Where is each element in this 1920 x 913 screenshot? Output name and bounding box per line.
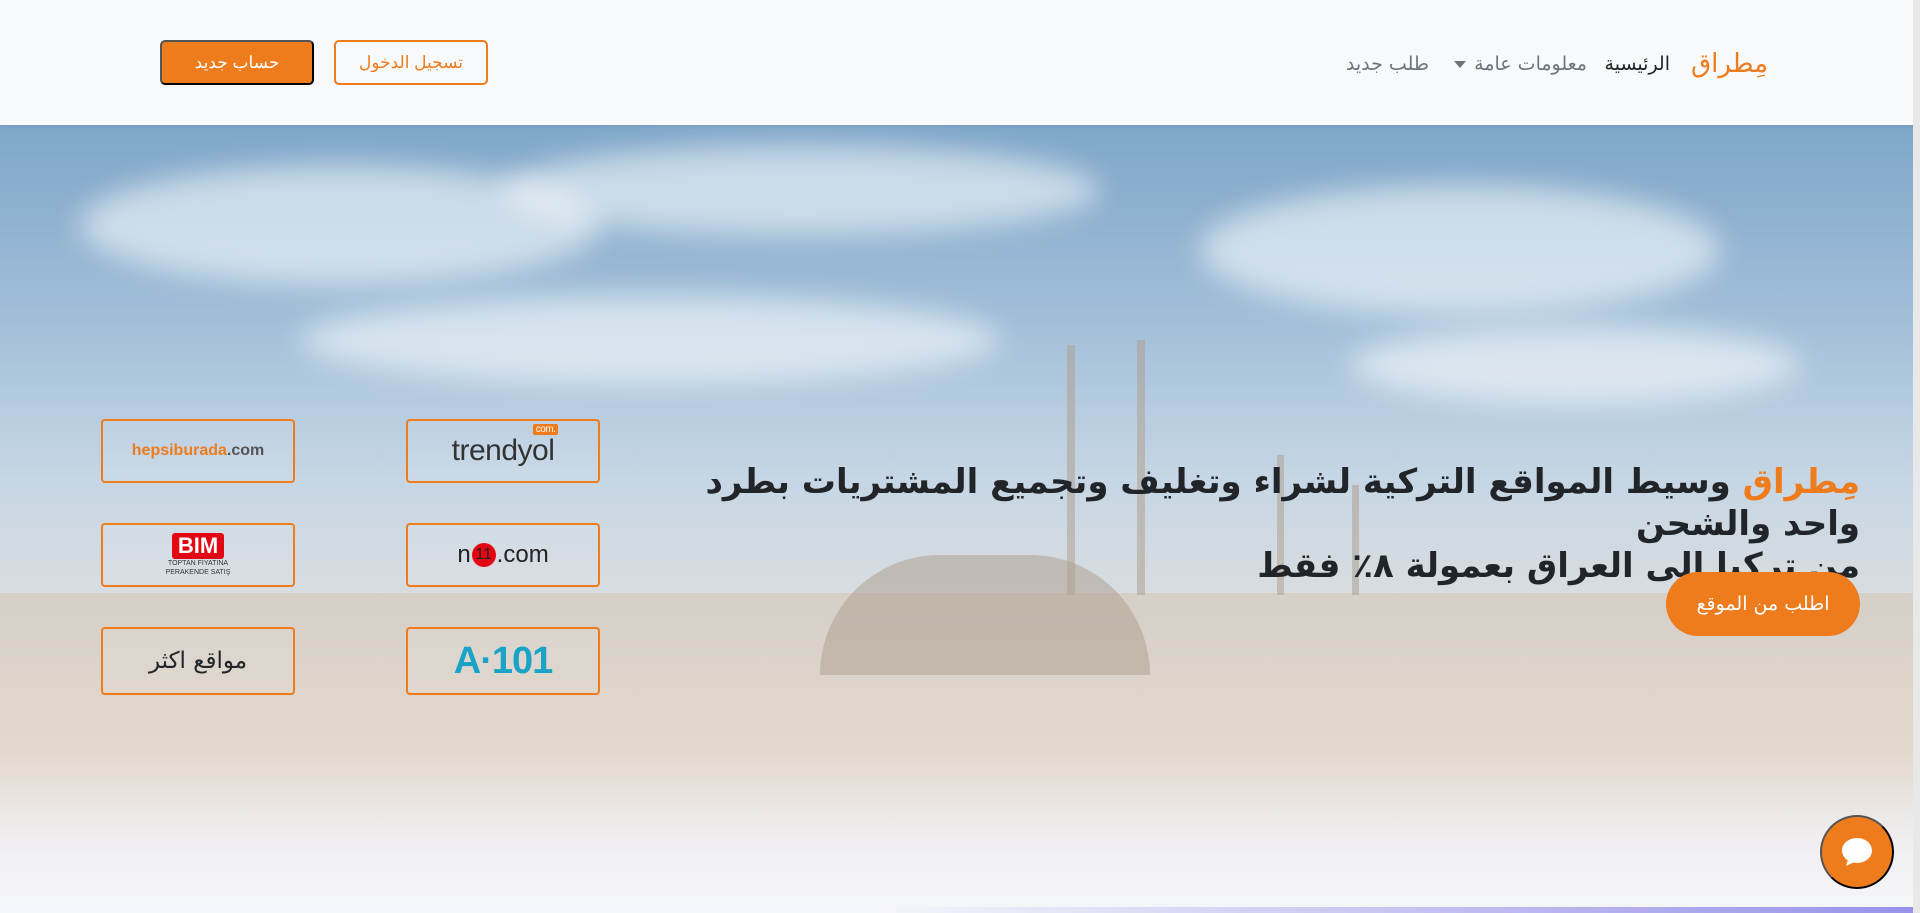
chat-bubble-icon xyxy=(1842,838,1872,866)
hepsiburada-logo: hepsiburada.com xyxy=(131,442,265,459)
bim-logo: BIM TOPTAN FİYATINA PERAKENDE SATIŞ xyxy=(165,533,231,576)
headline-brand: مِطراق xyxy=(1742,462,1860,502)
hero-section: مِطراق وسيط المواقع التركية لشراء وتغليف… xyxy=(0,125,1920,913)
store-tile-bim[interactable]: BIM TOPTAN FİYATINA PERAKENDE SATIŞ xyxy=(101,523,295,587)
store-tile-trendyol[interactable]: trendyol .com xyxy=(406,419,600,483)
hero-fade xyxy=(0,773,1920,913)
n11-logo: n 11 .com xyxy=(457,541,549,568)
cloud-shape xyxy=(1200,185,1720,315)
headline-line-1-text: وسيط المواقع التركية لشراء وتغليف وتجميع… xyxy=(705,462,1860,544)
store-tile-n11[interactable]: n 11 .com xyxy=(406,523,600,587)
nav-home-link[interactable]: الرئيسية xyxy=(1605,50,1670,78)
page-scrollbar[interactable] xyxy=(1913,0,1920,913)
a101-logo: A·101 xyxy=(453,639,553,682)
chat-widget-button[interactable] xyxy=(1820,815,1894,889)
cloud-shape xyxy=(500,145,1100,235)
store-tile-a101[interactable]: A·101 xyxy=(406,627,600,695)
trendyol-logo: trendyol .com xyxy=(452,424,559,468)
login-button[interactable]: تسجيل الدخول xyxy=(334,40,488,85)
cloud-shape xyxy=(300,295,1000,385)
register-button[interactable]: حساب جديد xyxy=(160,40,314,85)
nav-info-label: معلومات عامة xyxy=(1474,53,1587,75)
navbar: مِطراق الرئيسية معلومات عامة طلب جديد تس… xyxy=(0,0,1920,125)
nav-info-dropdown[interactable]: معلومات عامة xyxy=(1454,50,1587,78)
chevron-down-icon xyxy=(1454,60,1467,68)
nav-new-order-link[interactable]: طلب جديد xyxy=(1346,50,1429,78)
hero-headline: مِطراق وسيط المواقع التركية لشراء وتغليف… xyxy=(660,461,1860,587)
cloud-shape xyxy=(1350,325,1800,405)
order-from-site-button[interactable]: اطلب من الموقع xyxy=(1666,572,1860,636)
bottom-accent-strip xyxy=(880,907,1920,913)
headline-line-1: مِطراق وسيط المواقع التركية لشراء وتغليف… xyxy=(705,462,1860,544)
brand-logo[interactable]: مِطراق xyxy=(1691,46,1768,82)
store-tile-hepsiburada[interactable]: hepsiburada.com xyxy=(101,419,295,483)
more-sites-label: مواقع اكثر xyxy=(148,648,248,674)
store-tile-more[interactable]: مواقع اكثر xyxy=(101,627,295,695)
